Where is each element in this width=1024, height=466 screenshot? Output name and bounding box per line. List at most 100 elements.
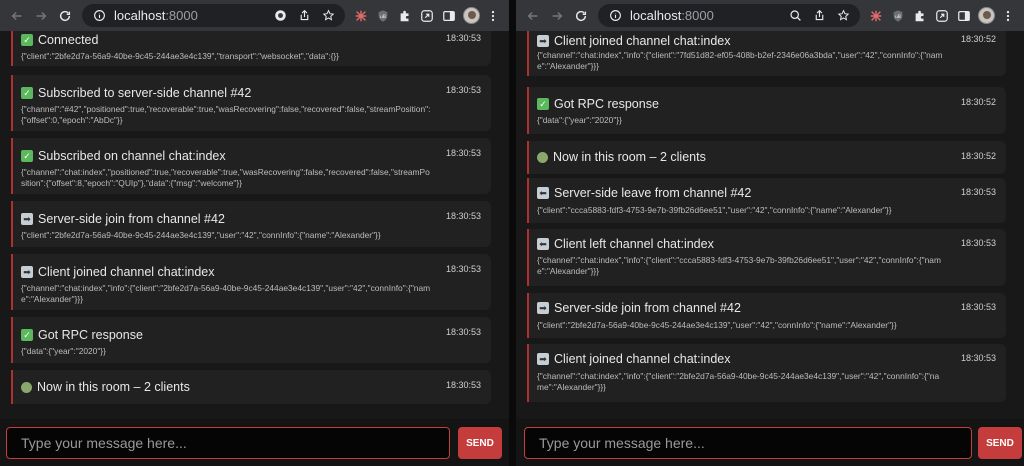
extension-shield-icon[interactable]: uB	[888, 6, 908, 26]
message-title: ✓ Subscribed on channel chat:index	[21, 149, 226, 163]
arrow-right-icon: ➡	[537, 353, 549, 365]
message-card: Now in this room – 2 clients 18:30:52	[527, 141, 1006, 174]
reload-icon[interactable]	[54, 5, 76, 27]
url-text: localhost:8000	[114, 8, 198, 23]
message-data: {"channel":"#42","positioned":true,"reco…	[21, 104, 431, 125]
message-input[interactable]	[6, 427, 450, 459]
message-title: ➡ Server-side join from channel #42	[537, 301, 741, 315]
arrow-right-icon: ➡	[537, 35, 549, 47]
side-panel-icon[interactable]	[954, 6, 974, 26]
message-log[interactable]: ➡ Client joined channel chat:index 18:30:…	[516, 31, 1024, 419]
room-circle-icon	[21, 381, 32, 393]
share-icon[interactable]	[295, 7, 313, 25]
send-button[interactable]: SEND	[458, 427, 502, 459]
browser-toolbar: localhost:8000 uB	[0, 0, 509, 31]
message-time: 18:30:53	[445, 33, 481, 43]
more-menu-icon[interactable]	[483, 6, 503, 26]
message-data: {"data":{"year":"2020"}}	[537, 115, 622, 125]
back-icon[interactable]	[6, 5, 28, 27]
side-panel-icon[interactable]	[439, 6, 459, 26]
message-time: 18:30:52	[960, 34, 996, 44]
message-time: 18:30:53	[445, 211, 481, 221]
extension-bug-icon[interactable]	[866, 6, 886, 26]
forward-icon[interactable]	[30, 5, 52, 27]
google-lens-icon[interactable]	[271, 7, 289, 25]
profile-avatar[interactable]	[976, 6, 996, 26]
check-mark-icon: ✓	[21, 34, 33, 46]
browser-toolbar: localhost:8000 uB	[516, 0, 1024, 31]
message-data: {"client":"2bfe2d7a-56a9-40be-9c45-244ae…	[21, 51, 339, 61]
extension-shield-icon[interactable]: uB	[373, 6, 393, 26]
message-input[interactable]	[524, 427, 972, 459]
extensions-puzzle-icon[interactable]	[910, 6, 930, 26]
send-button[interactable]: SEND	[978, 427, 1022, 459]
message-title: ➡ Client joined channel chat:index	[537, 34, 731, 48]
address-bar[interactable]: localhost:8000	[82, 4, 345, 27]
message-title: ✓ Got RPC response	[21, 328, 143, 342]
forward-icon[interactable]	[546, 5, 568, 27]
message-time: 18:30:53	[960, 353, 996, 363]
share-icon[interactable]	[810, 7, 828, 25]
extension-bug-icon[interactable]	[351, 6, 371, 26]
message-title: ➡ Server-side join from channel #42	[21, 212, 225, 226]
message-data: {"channel":"chat:index","info":{"client"…	[537, 255, 941, 276]
arrow-right-icon: ➡	[21, 266, 33, 278]
arrow-right-icon: ➡	[21, 213, 33, 225]
message-title: Now in this room – 2 clients	[537, 150, 706, 164]
message-data: {"channel":"chat:index","info":{"client"…	[21, 283, 431, 304]
arrow-left-icon: ⬅	[537, 238, 549, 250]
message-title: ✓ Got RPC response	[537, 97, 659, 111]
message-title: ✓ Subscribed to server-side channel #42	[21, 86, 251, 100]
message-card: ➡ Server-side join from channel #42 18:30…	[11, 201, 491, 247]
message-time: 18:30:53	[960, 238, 996, 248]
message-data: {"client":"2bfe2d7a-56a9-40be-9c45-244ae…	[537, 320, 897, 330]
check-mark-icon: ✓	[537, 98, 549, 110]
message-card: ✓ Got RPC response 18:30:52 {"data":{"yea…	[527, 87, 1006, 134]
site-info-icon[interactable]	[606, 7, 624, 25]
message-data: {"client":"ccca5883-fdf3-4753-9e7b-39fb2…	[537, 205, 892, 215]
message-card: ➡ Client joined channel chat:index 18:30:…	[11, 254, 491, 310]
message-card: ⬅ Client left channel chat:index 18:30:53…	[527, 229, 1006, 286]
message-time: 18:30:53	[445, 85, 481, 95]
svg-text:uB: uB	[895, 13, 901, 19]
message-time: 18:30:53	[960, 302, 996, 312]
message-card: ✓ Got RPC response 18:30:53 {"data":{"yea…	[11, 317, 491, 363]
extension-arrows-icon[interactable]	[932, 6, 952, 26]
reload-icon[interactable]	[570, 5, 592, 27]
address-bar[interactable]: localhost:8000	[598, 4, 860, 27]
message-time: 18:30:53	[445, 327, 481, 337]
message-data: {"channel":"chat:index","positioned":tru…	[21, 167, 430, 188]
message-time: 18:30:52	[960, 151, 996, 161]
extension-arrows-icon[interactable]	[417, 6, 437, 26]
message-card: ✓ Connected 18:30:53 {"client":"2bfe2d7a-…	[11, 31, 491, 66]
message-title: Now in this room – 2 clients	[21, 380, 190, 394]
message-log[interactable]: ✓ Connected 18:30:53 {"client":"2bfe2d7a-…	[0, 31, 509, 419]
window-divider	[509, 0, 516, 466]
check-mark-icon: ✓	[21, 150, 33, 162]
back-icon[interactable]	[522, 5, 544, 27]
chat-page: ✓ Connected 18:30:53 {"client":"2bfe2d7a-…	[0, 31, 509, 466]
message-time: 18:30:53	[445, 148, 481, 158]
profile-avatar[interactable]	[461, 6, 481, 26]
more-menu-icon[interactable]	[998, 6, 1018, 26]
zoom-search-icon[interactable]	[786, 7, 804, 25]
message-title: ➡ Client joined channel chat:index	[21, 265, 215, 279]
arrow-left-icon: ⬅	[537, 187, 549, 199]
message-data: {"data":{"year":"2020"}}	[21, 346, 106, 356]
composer: SEND	[516, 419, 1024, 466]
extensions-puzzle-icon[interactable]	[395, 6, 415, 26]
message-title: ⬅ Client left channel chat:index	[537, 237, 714, 251]
message-card: ✓ Subscribed on channel chat:index 18:30:…	[11, 138, 491, 194]
url-text: localhost:8000	[630, 8, 714, 23]
message-card: ➡ Client joined channel chat:index 18:30:…	[527, 31, 1006, 76]
message-title: ➡ Client joined channel chat:index	[537, 352, 731, 366]
message-data: {"channel":"chat:index","info":{"client"…	[537, 50, 943, 71]
bookmark-star-icon[interactable]	[319, 7, 337, 25]
message-title: ✓ Connected	[21, 33, 98, 47]
composer: SEND	[0, 419, 509, 466]
check-mark-icon: ✓	[21, 87, 33, 99]
browser-window-right: localhost:8000 uB ➡ Client joined channel…	[516, 0, 1024, 466]
site-info-icon[interactable]	[90, 7, 108, 25]
message-card: ➡ Server-side join from channel #42 18:30…	[527, 293, 1006, 338]
bookmark-star-icon[interactable]	[834, 7, 852, 25]
